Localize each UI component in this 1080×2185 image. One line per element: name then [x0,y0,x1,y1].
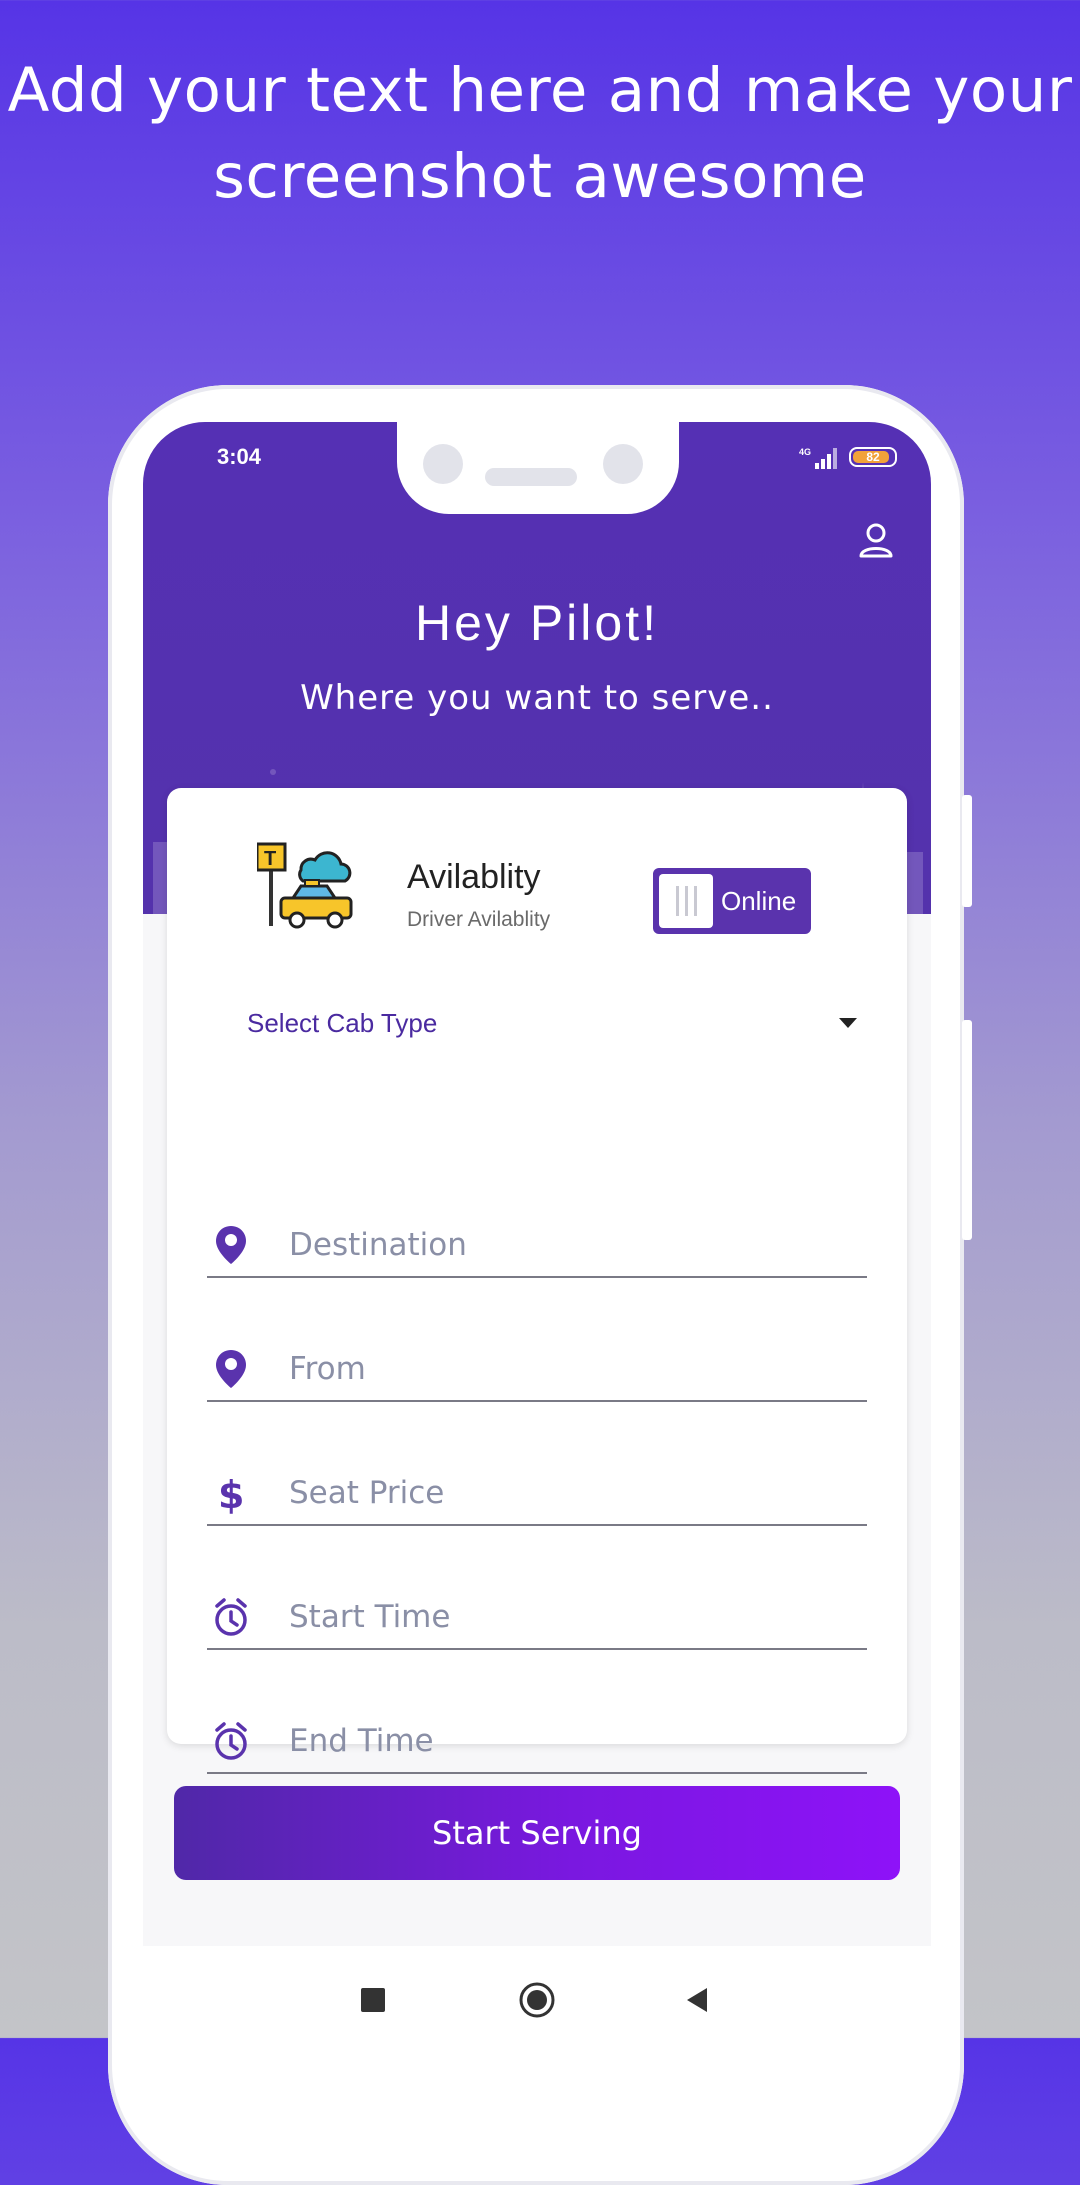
back-button[interactable] [677,1980,717,2020]
toggle-knob[interactable] [659,874,713,928]
promo-headline: Add your text here and make your screens… [0,48,1080,220]
seat-price-input[interactable] [287,1468,851,1518]
profile-icon[interactable] [857,522,895,560]
android-nav-bar [143,1946,931,2062]
back-triangle-icon [687,1988,707,2012]
front-sensor [603,444,643,484]
square-icon [361,1988,385,2012]
end-time-input[interactable] [287,1716,851,1766]
volume-button [962,795,972,907]
cab-type-value: Select Cab Type [247,1007,438,1038]
signal-icon: 4G [799,447,837,469]
network-label: 4G [799,447,811,457]
dollar-icon: $ [218,1473,244,1514]
earpiece-speaker [485,468,577,486]
promo-line-2: screenshot awesome [213,141,867,212]
seat-price-field[interactable]: $ [207,1460,867,1526]
status-icons: 4G 82 [799,444,897,470]
end-time-field[interactable] [207,1708,867,1774]
availability-title: Avilablity [407,858,541,896]
app-screen: 3:04 4G 82 Hey Pilot! Where you want to … [143,422,931,2062]
battery-icon: 82 [849,447,897,467]
recents-button[interactable] [353,1980,393,2020]
svg-text:$: $ [218,1473,244,1514]
dropdown-caret-icon[interactable] [839,1018,857,1028]
destination-input[interactable] [287,1220,851,1270]
cab-type-select[interactable]: Select Cab Type [247,998,857,1048]
start-time-input[interactable] [287,1592,851,1642]
serve-form-card: T Avilablity Driver Avilablity Online Se… [167,788,907,1774]
alarm-clock-icon [215,1722,247,1760]
start-serving-button[interactable]: Start Serving [174,1786,900,1880]
greeting-title: Hey Pilot! [415,595,659,651]
start-time-field[interactable] [207,1584,867,1650]
camera-notch [397,422,679,514]
circle-icon [519,1982,555,2018]
greeting-subtitle: Where you want to serve.. [300,678,774,718]
from-field[interactable] [207,1336,867,1402]
promo-line-1: Add your text here and make your [7,55,1073,126]
destination-field[interactable] [207,1212,867,1278]
taxi-illustration-icon: T [257,842,353,929]
power-button [962,1020,972,1240]
availability-subtitle: Driver Avilablity [407,908,551,931]
status-time: 3:04 [217,444,262,469]
alarm-clock-icon [215,1598,247,1636]
battery-percent: 82 [866,450,880,464]
location-pin-icon [216,1350,246,1388]
svg-text:T: T [264,848,276,870]
toggle-label: Online [721,885,797,916]
location-pin-icon [216,1226,246,1264]
home-button[interactable] [517,1980,557,2020]
front-camera [423,444,463,484]
availability-toggle[interactable]: Online [653,868,811,934]
from-input[interactable] [287,1344,851,1394]
